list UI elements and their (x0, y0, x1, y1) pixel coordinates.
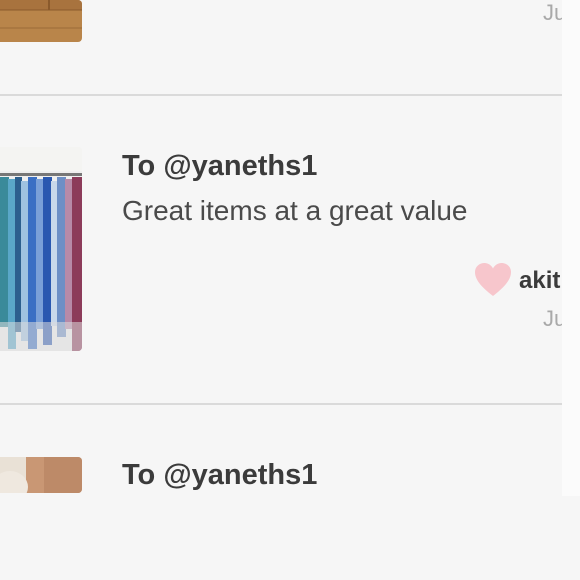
item-photo (0, 457, 82, 493)
review-message: Great items at a great value (122, 195, 468, 226)
scrollbar-track[interactable] (562, 0, 580, 496)
divider (0, 94, 563, 96)
item-thumbnail[interactable] (0, 147, 82, 351)
clothing-rack-image (0, 147, 82, 351)
item-thumbnail[interactable] (0, 457, 82, 493)
divider (0, 403, 563, 405)
recipient-label: To @yaneths1 (122, 150, 318, 182)
item-thumbnail[interactable] (0, 0, 82, 42)
wood-floor-image (0, 0, 82, 42)
recipient-label: To @yaneths1 (122, 459, 318, 491)
reviewer-username[interactable]: akit (519, 267, 560, 295)
heart-icon[interactable] (474, 262, 512, 298)
bottom-blank-area (0, 493, 580, 580)
